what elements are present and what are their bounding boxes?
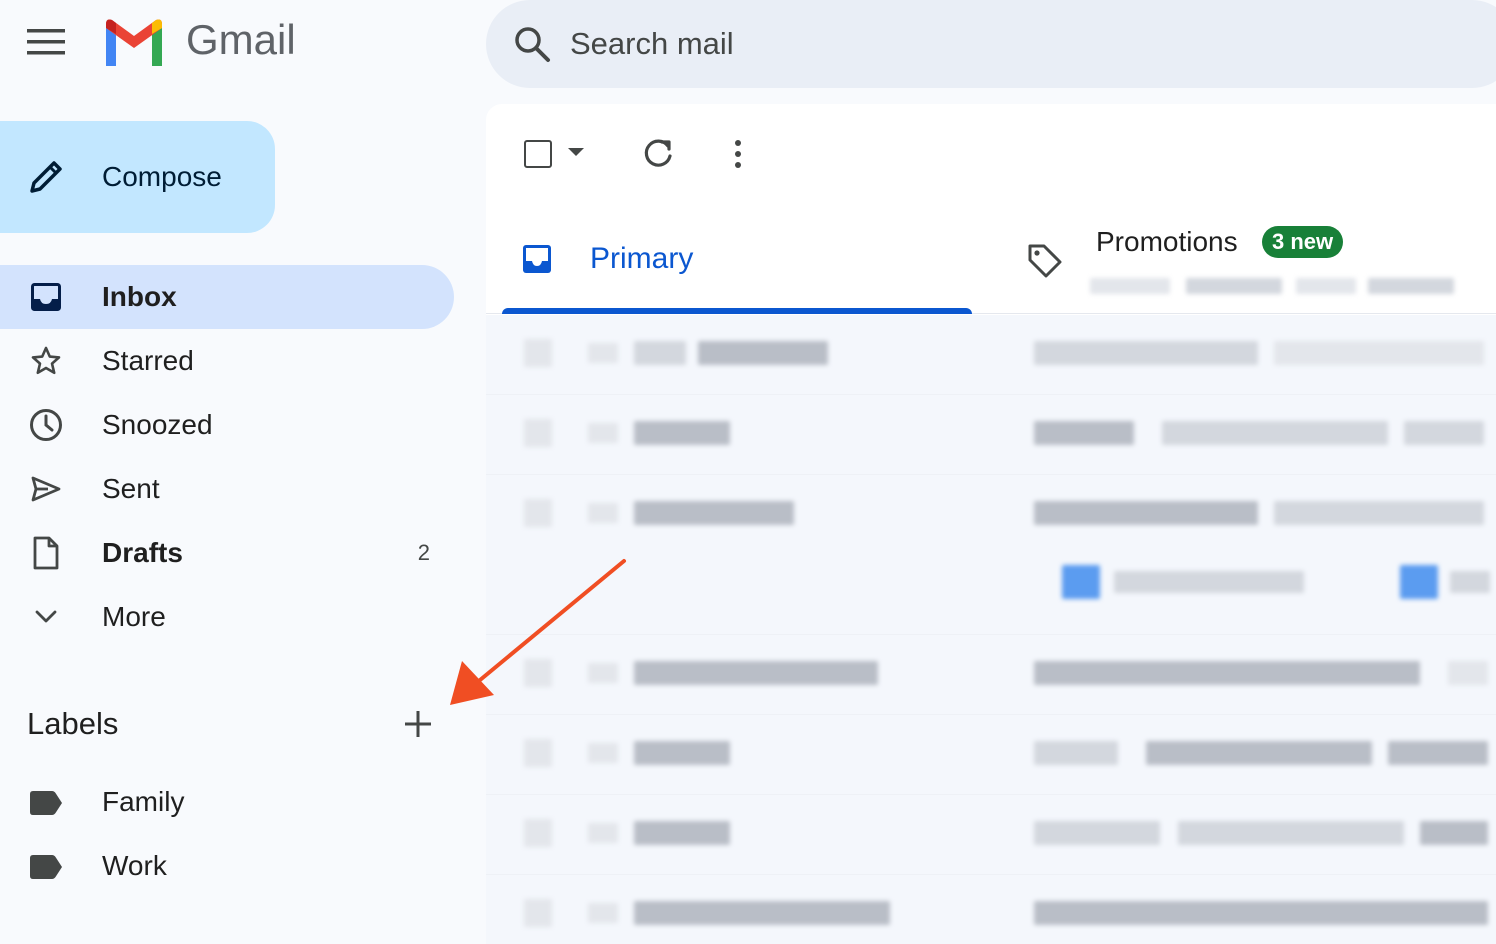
clock-icon [26,407,66,443]
inbox-icon [523,245,551,273]
email-row[interactable] [486,475,1496,635]
compose-label: Compose [102,161,222,192]
inbox-icon [26,279,66,315]
tab-preview-blurred [1090,274,1454,298]
search-bar[interactable] [486,0,1496,88]
search-icon[interactable] [512,24,552,64]
new-count-badge: 3 new [1262,226,1344,258]
labels-heading: Labels [27,706,119,741]
email-row[interactable] [486,635,1496,715]
search-input[interactable] [570,26,1270,62]
mail-panel: Primary Promotions 3 new [486,104,1496,944]
active-tab-indicator [502,308,972,314]
create-label-button[interactable] [398,704,438,744]
sidebar-item-label: Inbox [102,281,177,312]
compose-button[interactable]: Compose [0,121,275,233]
tab-label: Promotions [1096,226,1238,257]
sidebar-item-more[interactable]: More [0,585,454,649]
label-name: Family [102,786,185,817]
send-icon [26,471,66,507]
email-list [486,315,1496,944]
sidebar-item-drafts[interactable]: Drafts 2 [0,521,454,585]
tag-icon [1028,244,1062,278]
label-icon [30,855,62,879]
sidebar-nav: Inbox Starred Snoozed Sent Drafts 2 More [0,265,454,649]
more-vert-icon[interactable] [722,136,754,172]
sidebar-item-label: Drafts [102,537,183,568]
main-menu-button[interactable] [20,20,72,64]
draft-icon [26,535,66,571]
sidebar-item-inbox[interactable]: Inbox [0,265,454,329]
label-icon [30,791,62,815]
email-row[interactable] [486,315,1496,395]
sidebar-item-starred[interactable]: Starred [0,329,454,393]
sidebar-item-label: Starred [102,345,194,376]
sidebar-item-label: Sent [102,473,160,504]
inbox-tabs: Primary Promotions 3 new [486,212,1496,314]
gmail-m-icon [106,19,162,66]
pencil-icon [24,155,68,199]
tab-primary[interactable]: Primary [502,212,972,314]
label-name: Work [102,850,167,881]
tab-promotions[interactable]: Promotions 3 new [1026,212,1496,314]
email-row[interactable] [486,395,1496,475]
sidebar-item-label: Snoozed [102,409,213,440]
tab-label: Primary [590,242,694,275]
gmail-logo[interactable] [102,18,166,66]
email-row[interactable] [486,875,1496,944]
refresh-icon[interactable] [640,136,676,172]
sidebar-item-snoozed[interactable]: Snoozed [0,393,454,457]
mail-toolbar [486,104,1496,204]
select-all-checkbox[interactable] [524,140,552,168]
plus-icon [405,711,431,737]
sidebar-label-work[interactable]: Work [0,834,454,898]
hamburger-icon [27,29,65,55]
drafts-count: 2 [417,540,430,565]
sidebar-label-family[interactable]: Family [0,770,454,834]
sidebar-item-sent[interactable]: Sent [0,457,454,521]
app-title: Gmail [186,16,296,63]
star-icon [26,343,66,379]
email-row[interactable] [486,715,1496,795]
sidebar-item-label: More [102,601,166,632]
chevron-down-icon [26,599,66,635]
email-row[interactable] [486,795,1496,875]
select-dropdown-icon[interactable] [568,148,584,156]
